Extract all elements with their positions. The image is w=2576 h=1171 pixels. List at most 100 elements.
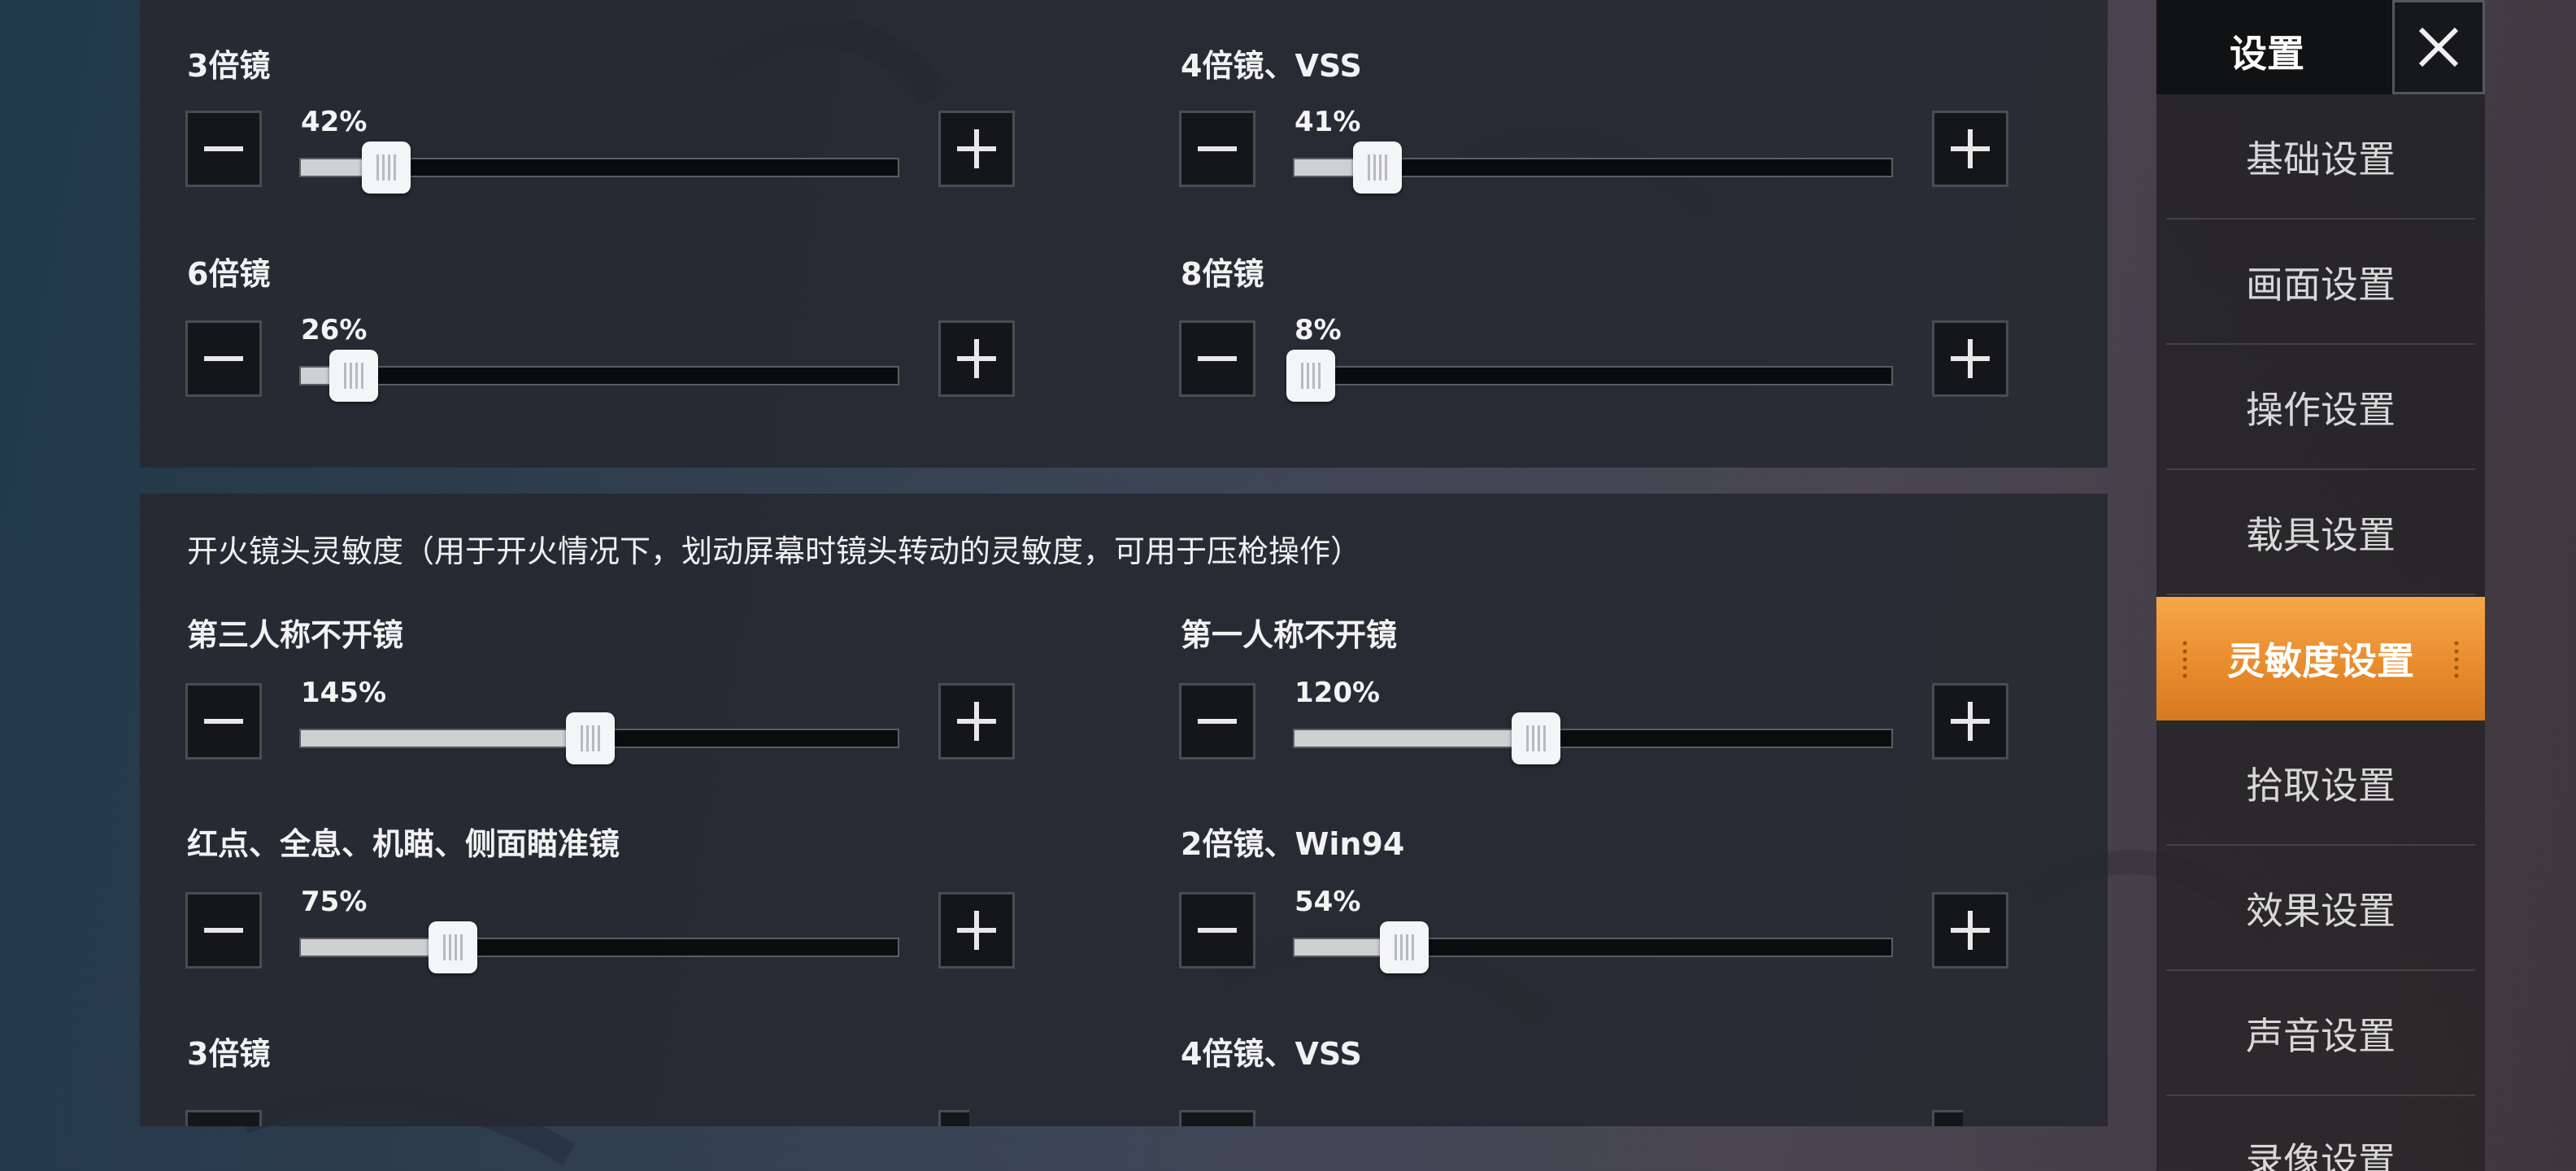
plus-icon — [1951, 911, 1990, 950]
sidebar-item-graphics[interactable]: 画面设置 — [2166, 221, 2475, 345]
increase-button[interactable] — [938, 1110, 969, 1126]
increase-button[interactable] — [938, 683, 1015, 760]
minus-icon — [1193, 1124, 1242, 1126]
sidebar-item-vehicle[interactable]: 载具设置 — [2166, 472, 2475, 595]
slider-label: 8倍镜 — [1181, 256, 1264, 292]
minus-icon — [199, 1124, 248, 1126]
decrease-button[interactable] — [185, 111, 262, 187]
slider-thumb[interactable] — [566, 712, 616, 764]
slider-value: 26% — [301, 314, 368, 346]
slider-4x-scope-vss: 4倍镜、VSS 41% — [1134, 41, 2008, 203]
slider-tpp-no-scope: 第三人称不开镜 145% — [140, 610, 1015, 773]
slider-track[interactable] — [1293, 366, 1893, 385]
minus-icon — [204, 719, 243, 724]
sidebar-title: 设置 — [2230, 32, 2304, 76]
slider-label: 第一人称不开镜 — [1181, 617, 1398, 653]
slider-track[interactable] — [1293, 729, 1893, 748]
grip-right-icon — [2452, 639, 2461, 680]
slider-value: 54% — [1295, 886, 1361, 918]
slider-thumb[interactable] — [329, 350, 378, 402]
slider-fill — [301, 730, 590, 747]
sidebar-header: 设置 — [2156, 0, 2485, 94]
minus-icon — [1198, 928, 1237, 933]
slider-label: 红点、全息、机瞄、侧面瞄准镜 — [187, 826, 620, 862]
sidebar-item-pickup[interactable]: 拾取设置 — [2166, 722, 2475, 846]
decrease-button[interactable] — [1179, 1110, 1255, 1126]
slider-value: 8% — [1295, 314, 1342, 346]
sidebar-item-effects[interactable]: 效果设置 — [2166, 847, 2475, 971]
slider-value: 145% — [301, 677, 387, 709]
close-icon — [2418, 27, 2459, 67]
slider-3x-scope-fire: 3倍镜 — [140, 1029, 969, 1126]
slider-thumb[interactable] — [362, 141, 411, 194]
decrease-button[interactable] — [185, 320, 262, 397]
minus-icon — [1198, 356, 1237, 361]
decrease-button[interactable] — [185, 1110, 262, 1126]
slider-fill — [1295, 730, 1535, 747]
increase-button[interactable] — [1932, 1110, 1963, 1126]
fire-sensitivity-panel: 开火镜头灵敏度（用于开火情况下，划动屏幕时镜头转动的灵敏度，可用于压枪操作） 第… — [140, 494, 2108, 1126]
minus-icon — [1198, 719, 1237, 724]
decrease-button[interactable] — [185, 683, 262, 760]
plus-icon — [1946, 1124, 1963, 1126]
increase-button[interactable] — [1932, 683, 2008, 760]
sidebar-item-replay[interactable]: 录像设置 — [2166, 1098, 2475, 1171]
slider-value: 42% — [301, 106, 368, 138]
sidebar-item-sensitivity[interactable]: 灵敏度设置 — [2156, 597, 2485, 720]
plus-icon — [957, 129, 996, 168]
slider-label: 4倍镜、VSS — [1181, 1036, 1362, 1072]
sidebar-item-sound[interactable]: 声音设置 — [2166, 973, 2475, 1096]
sidebar-item-controls[interactable]: 操作设置 — [2166, 346, 2475, 470]
grip-left-icon — [2181, 639, 2189, 680]
increase-button[interactable] — [938, 892, 1015, 969]
slider-red-dot-holo-iron: 红点、全息、机瞄、侧面瞄准镜 75% — [140, 819, 1015, 982]
minus-icon — [204, 146, 243, 151]
increase-button[interactable] — [1932, 111, 2008, 187]
minus-icon — [1198, 146, 1237, 151]
slider-thumb[interactable] — [1286, 350, 1336, 402]
slider-thumb[interactable] — [1379, 921, 1429, 973]
plus-icon — [957, 339, 996, 378]
slider-fpp-no-scope: 第一人称不开镜 120% — [1134, 610, 2008, 773]
slider-thumb[interactable] — [1512, 712, 1561, 764]
plus-icon — [1951, 339, 1990, 378]
slider-8x-scope: 8倍镜 8% — [1134, 249, 2008, 411]
slider-label: 第三人称不开镜 — [187, 617, 404, 653]
slider-label: 3倍镜 — [187, 1036, 271, 1072]
slider-4x-scope-vss-fire: 4倍镜、VSS — [1134, 1029, 1963, 1126]
slider-6x-scope: 6倍镜 26% — [140, 249, 1015, 411]
settings-sidebar: 设置 基础设置 画面设置 操作设置 载具设置 灵敏度设置 拾取设置 效果设置 声… — [2156, 0, 2485, 1171]
slider-label: 3倍镜 — [187, 48, 271, 84]
decrease-button[interactable] — [1179, 320, 1255, 397]
scope-sensitivity-panel: 3倍镜 42% 4倍镜、VSS 41% 6倍镜 26% 8倍镜 8% — [140, 0, 2108, 468]
plus-icon — [957, 911, 996, 950]
increase-button[interactable] — [1932, 320, 2008, 397]
close-button[interactable] — [2392, 0, 2485, 94]
slider-value: 75% — [301, 886, 368, 918]
slider-track[interactable] — [299, 938, 899, 957]
increase-button[interactable] — [1932, 892, 2008, 969]
slider-label: 6倍镜 — [187, 256, 271, 292]
slider-3x-scope: 3倍镜 42% — [140, 41, 1015, 203]
decrease-button[interactable] — [1179, 892, 1255, 969]
plus-icon — [952, 1124, 969, 1126]
decrease-button[interactable] — [1179, 111, 1255, 187]
slider-thumb[interactable] — [428, 921, 477, 973]
slider-label: 4倍镜、VSS — [1181, 48, 1362, 84]
decrease-button[interactable] — [1179, 683, 1255, 760]
plus-icon — [1951, 702, 1990, 741]
plus-icon — [1951, 129, 1990, 168]
plus-icon — [957, 702, 996, 741]
slider-value: 120% — [1295, 677, 1381, 709]
increase-button[interactable] — [938, 320, 1015, 397]
slider-track[interactable] — [299, 366, 899, 385]
minus-icon — [204, 928, 243, 933]
slider-thumb[interactable] — [1352, 141, 1402, 194]
increase-button[interactable] — [938, 111, 1015, 187]
sidebar-item-basic[interactable]: 基础设置 — [2166, 96, 2475, 220]
minus-icon — [204, 356, 243, 361]
slider-2x-scope-win94: 2倍镜、Win94 54% — [1134, 819, 2008, 982]
sidebar-item-label: 灵敏度设置 — [2227, 639, 2414, 683]
slider-label: 2倍镜、Win94 — [1181, 826, 1405, 862]
decrease-button[interactable] — [185, 892, 262, 969]
